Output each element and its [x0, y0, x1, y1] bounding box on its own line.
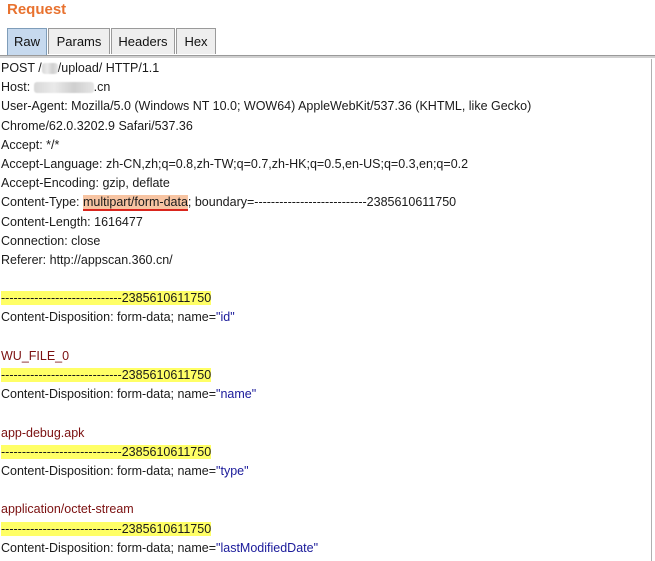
part-value: application/octet-stream [1, 502, 134, 517]
content-length-header: Content-Length: 1616477 [1, 214, 143, 229]
redacted-host [33, 82, 94, 94]
request-line: POST //upload/ HTTP/1.1 [1, 61, 160, 75]
content-disposition-line: Content-Disposition: form-data; name="na… [1, 387, 257, 402]
part-value: WU_FILE_0 [1, 348, 70, 363]
boundary-line: -----------------------------23856106117… [1, 291, 212, 306]
boundary-line: -----------------------------23856106117… [1, 444, 212, 459]
content-disposition-line: Content-Disposition: form-data; name="id… [1, 310, 235, 325]
part-value: app-debug.apk [1, 425, 85, 440]
connection-header: Connection: close [1, 233, 101, 248]
boundary-line: -----------------------------23856106117… [1, 368, 212, 382]
request-panel-title: Request [7, 1, 67, 18]
content-disposition-line: Content-Disposition: form-data; name="ty… [1, 463, 249, 478]
accept-encoding-header: Accept-Encoding: gzip, deflate [1, 176, 170, 191]
tab-headers[interactable]: Headers [111, 28, 175, 54]
request-tab-bar: Raw Params Headers Hex [0, 28, 655, 56]
tab-raw[interactable]: Raw [7, 28, 47, 56]
redacted-path [41, 63, 58, 75]
accept-language-header: Accept-Language: zh-CN,zh;q=0.8,zh-TW;q=… [1, 156, 469, 171]
accept-header: Accept: */* [1, 137, 60, 152]
tab-divider [0, 55, 655, 58]
content-type-value-highlight: multipart/form-data [83, 195, 188, 212]
raw-request-editor[interactable]: POST //upload/ HTTP/1.1 Host: .cn User-A… [0, 59, 652, 561]
tab-params[interactable]: Params [48, 28, 110, 54]
tab-hex[interactable]: Hex [176, 28, 216, 54]
referer-header: Referer: http://appscan.360.cn/ [1, 252, 173, 267]
host-header: Host: .cn [1, 80, 111, 95]
user-agent-header: User-Agent: Mozilla/5.0 (Windows NT 10.0… [1, 99, 532, 114]
content-disposition-line: Content-Disposition: form-data; name="la… [1, 540, 319, 555]
content-type-header: Content-Type: multipart/form-data; bound… [1, 195, 457, 212]
boundary-line: -----------------------------23856106117… [1, 521, 212, 536]
user-agent-header-cont: Chrome/62.0.3202.9 Safari/537.36 [1, 118, 193, 133]
